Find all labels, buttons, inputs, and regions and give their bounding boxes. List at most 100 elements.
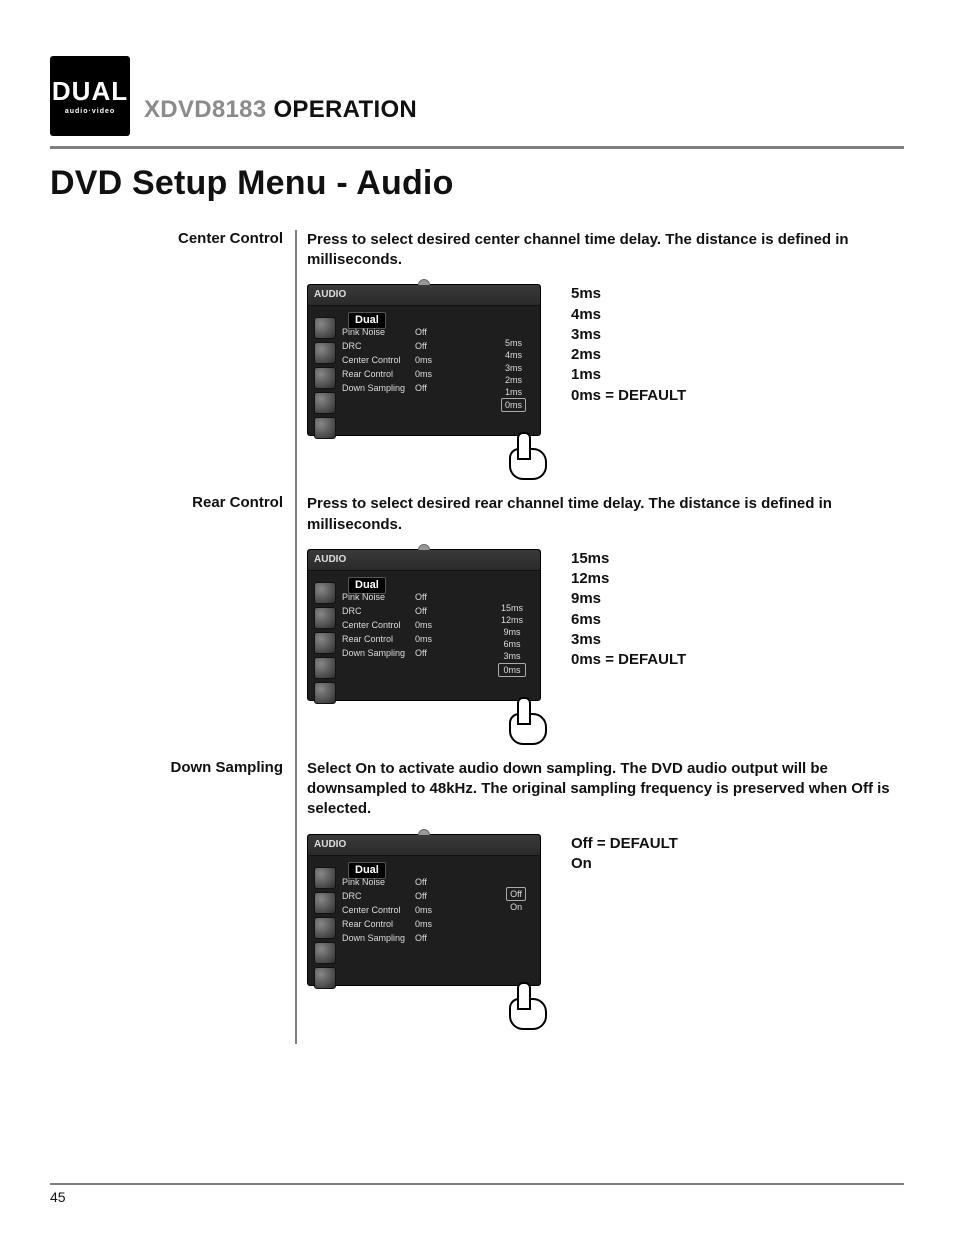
submenu-item: 0ms [501,398,526,412]
menu-value: Off [415,931,442,945]
section-label: Down Sampling [50,759,295,1044]
menu-key: Down Sampling [342,381,415,395]
sidebar-icon [314,942,336,964]
submenu-item: 9ms [498,626,526,638]
logo-text-bottom: audio·video [65,108,115,115]
menu-tab: AUDIO [308,285,540,306]
menu-row: Down SamplingOff [342,646,442,660]
section-description: Press to select desired center channel t… [307,230,897,271]
menu-row: Center Control0ms [342,353,442,367]
model-number: XDVD8183 [144,96,266,123]
option-item: 6ms [571,610,686,630]
menu-key: Down Sampling [342,646,415,660]
page-header: DUAL audio·video XDVD8183 OPERATION [50,56,904,136]
section-description: Select On to activate audio down samplin… [307,759,897,820]
logo-text-top: DUAL [52,78,128,104]
submenu-list: OffOn [506,887,526,913]
option-item: 5ms [571,284,686,304]
sidebar-icon [314,607,336,629]
menu-key: Rear Control [342,632,415,646]
menu-row: Center Control0ms [342,618,442,632]
section-label: Rear Control [50,494,295,759]
submenu-item: 1ms [501,386,526,398]
options-list: 15ms12ms9ms6ms3ms0ms = DEFAULT [571,549,686,671]
page-number: 45 [50,1189,66,1205]
submenu-item: 5ms [501,337,526,349]
menu-table: Pink NoiseOffDRCOffCenter Control0msRear… [342,590,442,660]
sidebar-icon [314,967,336,989]
section-description: Press to select desired rear channel tim… [307,494,897,535]
brand-logo: DUAL audio·video [50,56,130,136]
menu-key: Rear Control [342,367,415,381]
submenu-item: 3ms [498,650,526,662]
menu-table: Pink NoiseOffDRCOffCenter Control0msRear… [342,325,442,395]
menu-sidebar-icons [314,582,336,707]
menu-value: Off [415,325,442,339]
menu-key: Rear Control [342,917,415,931]
header-rule [50,146,904,149]
submenu-item: 15ms [498,602,526,614]
option-item: 3ms [571,325,686,345]
menu-key: DRC [342,604,415,618]
menu-key: Center Control [342,618,415,632]
menu-screenshot: AUDIO Dual Pink NoiseOffDRCOffCenter Con… [307,834,547,1014]
submenu-item: 2ms [501,374,526,386]
option-item: 0ms = DEFAULT [571,386,686,406]
section-label: Center Control [50,230,295,495]
sidebar-icon [314,582,336,604]
menu-key: Pink Noise [342,325,415,339]
submenu-item: On [506,901,526,913]
menu-value: 0ms [415,618,442,632]
option-item: Off = DEFAULT [571,834,678,854]
option-item: 2ms [571,345,686,365]
option-item: 4ms [571,305,686,325]
menu-row: DRCOff [342,889,442,903]
section-body: Select On to activate audio down samplin… [295,759,904,1044]
submenu-item: 6ms [498,638,526,650]
sidebar-icon [314,317,336,339]
menu-row: Pink NoiseOff [342,875,442,889]
option-item: 0ms = DEFAULT [571,650,686,670]
menu-value: Off [415,889,442,903]
menu-sidebar-icons [314,867,336,992]
option-item: 12ms [571,569,686,589]
sidebar-icon [314,392,336,414]
menu-tab: AUDIO [308,550,540,571]
submenu-list: 5ms4ms3ms2ms1ms0ms [501,337,526,412]
option-item: 1ms [571,365,686,385]
page-footer: 45 [50,1183,904,1205]
menu-value: Off [415,381,442,395]
menu-key: Center Control [342,353,415,367]
menu-value: Off [415,339,442,353]
option-item: 15ms [571,549,686,569]
option-item: On [571,854,678,874]
menu-key: DRC [342,889,415,903]
section-body: Press to select desired center channel t… [295,230,904,495]
menu-value: 0ms [415,903,442,917]
submenu-list: 15ms12ms9ms6ms3ms0ms [498,602,526,677]
menu-row: Down SamplingOff [342,381,442,395]
menu-value: Off [415,590,442,604]
menu-row: DRCOff [342,339,442,353]
option-item: 9ms [571,589,686,609]
page-title: DVD Setup Menu - Audio [50,163,904,204]
menu-value: 0ms [415,353,442,367]
menu-key: Pink Noise [342,875,415,889]
vertical-divider [295,230,297,1044]
menu-key: Pink Noise [342,590,415,604]
sidebar-icon [314,867,336,889]
menu-row: Pink NoiseOff [342,590,442,604]
sidebar-icon [314,417,336,439]
header-title: XDVD8183 OPERATION [144,98,417,136]
menu-row: Down SamplingOff [342,931,442,945]
sidebar-icon [314,892,336,914]
sidebar-icon [314,917,336,939]
operation-label: OPERATION [273,96,417,123]
options-list: Off = DEFAULTOn [571,834,678,875]
menu-row: DRCOff [342,604,442,618]
menu-row: Rear Control0ms [342,367,442,381]
menu-screenshot: AUDIO Dual Pink NoiseOffDRCOffCenter Con… [307,549,547,729]
pointing-hand-icon [501,980,553,1032]
menu-value: 0ms [415,917,442,931]
menu-key: Center Control [342,903,415,917]
